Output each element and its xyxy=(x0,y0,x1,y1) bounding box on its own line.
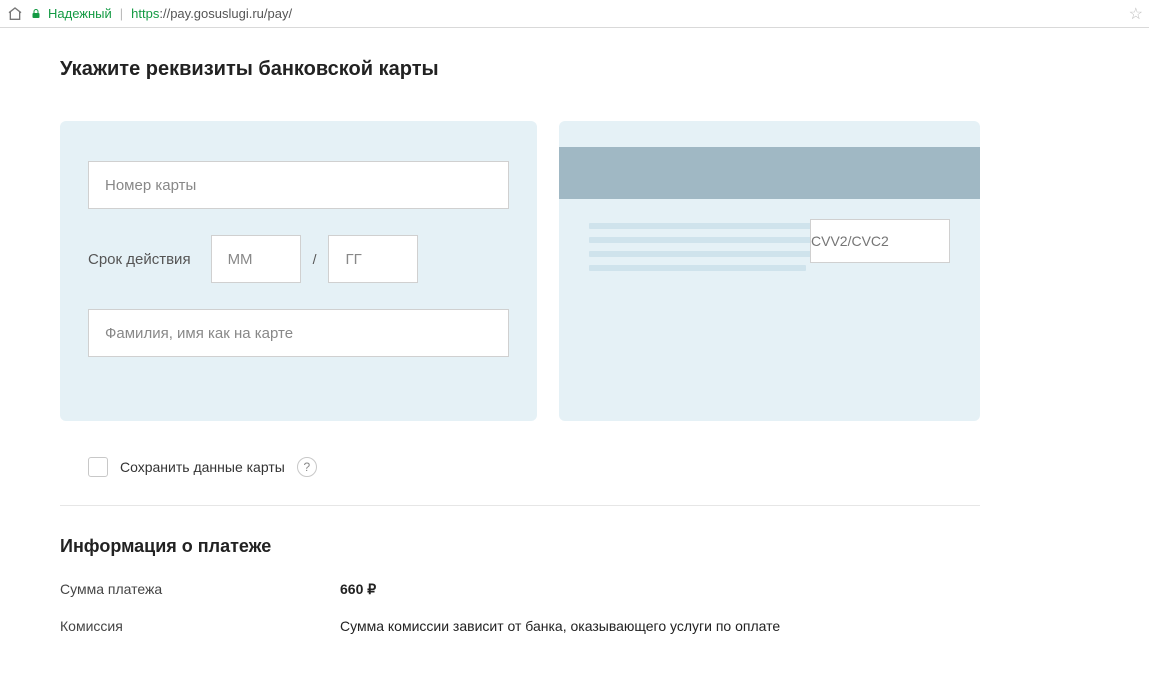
page-content: Укажите реквизиты банковской карты Срок … xyxy=(60,58,980,634)
cardholder-name-input[interactable] xyxy=(88,309,509,357)
save-card-label: Сохранить данные карты xyxy=(120,459,285,475)
fee-row: Комиссия Сумма комиссии зависит от банка… xyxy=(60,618,980,634)
payment-info-heading: Информация о платеже xyxy=(60,536,980,557)
secure-label: Надежный xyxy=(48,6,112,21)
expiry-year-input[interactable] xyxy=(328,235,418,283)
expiry-month-input[interactable] xyxy=(211,235,301,283)
amount-label: Сумма платежа xyxy=(60,581,340,598)
magnetic-stripe xyxy=(559,147,980,199)
fee-label: Комиссия xyxy=(60,618,340,634)
url[interactable]: https://pay.gosuslugi.ru/pay/ xyxy=(131,6,292,21)
cvv-input[interactable] xyxy=(810,219,950,263)
save-card-checkbox[interactable] xyxy=(88,457,108,477)
expiry-slash: / xyxy=(313,251,317,267)
currency-symbol: ₽ xyxy=(367,581,376,597)
card-front-panel: Срок действия / xyxy=(60,121,537,421)
amount-number: 660 xyxy=(340,581,363,597)
bookmark-star-icon[interactable]: ☆ xyxy=(1129,4,1143,24)
save-card-row: Сохранить данные карты ? xyxy=(60,451,980,506)
url-scheme: https xyxy=(131,6,159,21)
signature-line xyxy=(589,265,806,271)
expiry-label: Срок действия xyxy=(88,251,191,268)
expiry-row: Срок действия / xyxy=(88,235,509,283)
amount-value: 660 ₽ xyxy=(340,581,376,598)
url-rest: ://pay.gosuslugi.ru/pay/ xyxy=(159,6,292,21)
card-back-panel xyxy=(559,121,980,421)
form-heading: Укажите реквизиты банковской карты xyxy=(60,58,980,81)
home-icon[interactable] xyxy=(6,5,24,23)
amount-row: Сумма платежа 660 ₽ xyxy=(60,581,980,598)
signature-area xyxy=(589,223,950,271)
help-icon[interactable]: ? xyxy=(297,457,317,477)
card-panels: Срок действия / xyxy=(60,121,980,421)
card-number-input[interactable] xyxy=(88,161,509,209)
address-wrap: Надежный | https://pay.gosuslugi.ru/pay/ xyxy=(30,6,1123,21)
lock-icon xyxy=(30,8,42,20)
browser-address-bar: Надежный | https://pay.gosuslugi.ru/pay/… xyxy=(0,0,1149,28)
separator: | xyxy=(120,6,123,21)
help-symbol: ? xyxy=(303,460,310,474)
fee-value: Сумма комиссии зависит от банка, оказыва… xyxy=(340,618,780,634)
